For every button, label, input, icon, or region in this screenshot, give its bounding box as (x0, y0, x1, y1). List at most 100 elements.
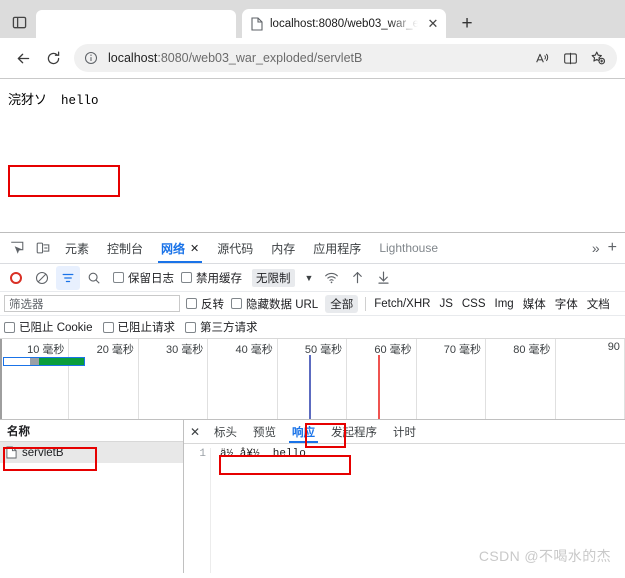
tab-label: 网络 (161, 241, 186, 256)
overview-tick-label: 90 (607, 341, 620, 353)
blocked-cookies-checkbox[interactable]: 已阻止 Cookie (4, 319, 93, 335)
requests-column-header[interactable]: 名称 (0, 420, 183, 442)
devtools-tab-console[interactable]: 控制台 (98, 233, 152, 263)
close-icon[interactable]: ✕ (190, 242, 199, 255)
request-row-servletb[interactable]: servletB (0, 442, 183, 463)
checkbox-box (181, 272, 192, 283)
clear-icon[interactable] (30, 266, 54, 290)
overview-gridlines: 10 毫秒 20 毫秒 30 毫秒 40 毫秒 50 毫秒 60 毫秒 70 毫… (0, 339, 625, 419)
third-party-label: 第三方请求 (200, 322, 258, 334)
devtools-tab-network[interactable]: 网络 ✕ (152, 233, 208, 263)
detail-tab-headers[interactable]: 标头 (206, 420, 245, 443)
url-host: localhost (108, 51, 158, 65)
invert-label: 反转 (201, 298, 224, 311)
browser-toolbar: localhost:8080/web03_war_exploded/servle… (0, 38, 625, 78)
network-blocked-row: 已阻止 Cookie 已阻止请求 第三方请求 (0, 316, 625, 339)
overview-tick-cell: 90 (556, 339, 625, 419)
filter-type-css[interactable]: CSS (461, 298, 487, 310)
checkbox-box (4, 321, 15, 333)
add-panel-button[interactable]: + (606, 239, 625, 257)
browser-tab-active[interactable]: localhost:8080/web03_war_explo ✕ (242, 9, 446, 38)
third-party-checkbox[interactable]: 第三方请求 (185, 319, 258, 335)
overview-tick-cell: 20 毫秒 (69, 339, 139, 419)
devtools-tab-elements[interactable]: 元素 (56, 233, 98, 263)
inspect-element-icon[interactable] (4, 235, 30, 261)
filter-type-font[interactable]: 字体 (554, 296, 579, 312)
blocked-requests-label: 已阻止请求 (117, 322, 176, 334)
reload-button[interactable] (38, 43, 68, 73)
document-icon (6, 446, 17, 459)
hide-data-urls-checkbox[interactable]: 隐藏数据 URL (231, 296, 318, 312)
blank-tab[interactable] (36, 10, 236, 38)
overview-tick-cell: 50 毫秒 (278, 339, 348, 419)
watermark: CSDN @不喝水的杰 (478, 548, 611, 564)
network-conditions-icon[interactable] (319, 266, 343, 290)
tab-actions-icon[interactable] (4, 8, 34, 36)
invert-checkbox[interactable]: 反转 (186, 296, 224, 312)
browser-chrome: localhost:8080/web03_war_explo ✕ + (0, 0, 625, 78)
add-favorite-icon[interactable] (585, 45, 611, 71)
detail-tab-initiator[interactable]: 发起程序 (323, 420, 385, 443)
tab-label: 元素 (65, 241, 90, 256)
devtools-tab-application[interactable]: 应用程序 (304, 233, 370, 263)
filter-type-all[interactable]: 全部 (325, 294, 359, 313)
filter-type-img[interactable]: Img (494, 298, 515, 310)
blocked-requests-checkbox[interactable]: 已阻止请求 (102, 319, 176, 335)
tab-label: 预览 (253, 426, 276, 439)
export-har-icon[interactable] (371, 266, 395, 290)
blocked-cookies-label: 已阻止 Cookie (19, 322, 93, 334)
page-hello-text: hello (61, 94, 99, 108)
disable-cache-checkbox[interactable]: 禁用缓存 (181, 270, 242, 286)
browser-tab-title: localhost:8080/web03_war_explo (270, 17, 418, 30)
close-icon[interactable]: ✕ (184, 425, 206, 439)
import-har-icon[interactable] (345, 266, 369, 290)
tab-label: 应用程序 (313, 241, 362, 256)
tab-label: 标头 (214, 426, 237, 439)
new-tab-button[interactable]: + (454, 10, 480, 36)
filter-type-fetch-xhr[interactable]: Fetch/XHR (373, 298, 431, 310)
record-icon[interactable] (4, 266, 28, 290)
filter-type-doc[interactable]: 文档 (586, 296, 611, 312)
back-button[interactable] (8, 43, 38, 73)
hide-data-urls-label: 隐藏数据 URL (246, 298, 319, 311)
network-overview-timeline[interactable]: 10 毫秒 20 毫秒 30 毫秒 40 毫秒 50 毫秒 60 毫秒 70 毫… (0, 339, 625, 420)
device-toolbar-icon[interactable] (30, 235, 56, 261)
checkbox-box (231, 298, 242, 309)
read-aloud-icon[interactable] (529, 45, 555, 71)
filter-type-media[interactable]: 媒体 (522, 296, 547, 312)
overview-tick-label: 70 毫秒 (443, 344, 482, 356)
detail-tab-preview[interactable]: 预览 (245, 420, 284, 443)
site-info-icon[interactable] (84, 51, 98, 65)
overview-request-bar[interactable] (3, 357, 85, 366)
bar-segment-stalled (29, 358, 40, 365)
devtools-tab-memory[interactable]: 内存 (262, 233, 304, 263)
close-icon[interactable]: ✕ (424, 15, 442, 33)
disable-cache-label: 禁用缓存 (196, 272, 242, 285)
detail-tab-timing[interactable]: 计时 (385, 420, 424, 443)
address-bar[interactable]: localhost:8080/web03_war_exploded/servle… (74, 44, 617, 72)
filter-type-js[interactable]: JS (438, 298, 453, 310)
devtools-panel: 元素 控制台 网络 ✕ 源代码 内存 应用程序 Lighthouse » + 保… (0, 232, 625, 573)
omnibox-actions (529, 45, 611, 71)
response-content: ä½ å¥½ hello (220, 448, 306, 460)
detail-tab-response[interactable]: 响应 (284, 420, 323, 443)
devtools-tab-sources[interactable]: 源代码 (208, 233, 262, 263)
overview-tick-label: 80 毫秒 (513, 344, 551, 356)
page-viewport: 浣犲ソ hello (0, 78, 625, 232)
checkbox-box (102, 321, 114, 333)
bar-segment-waiting (4, 358, 30, 365)
devtools-tabbar: 元素 控制台 网络 ✕ 源代码 内存 应用程序 Lighthouse » + (0, 233, 625, 264)
tab-strip: localhost:8080/web03_war_explo ✕ + (0, 0, 625, 38)
search-icon[interactable] (82, 266, 106, 290)
overview-tick-label: 40 毫秒 (235, 344, 273, 356)
devtools-tab-lighthouse[interactable]: Lighthouse (370, 233, 447, 263)
filter-icon[interactable] (56, 265, 80, 290)
filter-input[interactable]: 筛选器 (4, 295, 180, 312)
overview-tick-cell: 80 毫秒 (486, 339, 556, 419)
more-tabs-icon[interactable]: » (586, 240, 606, 256)
overview-tick-cell: 70 毫秒 (417, 339, 487, 419)
split-screen-icon[interactable] (557, 45, 583, 71)
throttling-dropdown[interactable]: 无限制 ▼ (252, 268, 313, 287)
annotation-box-page-output (8, 165, 120, 197)
preserve-log-checkbox[interactable]: 保留日志 (113, 270, 174, 286)
